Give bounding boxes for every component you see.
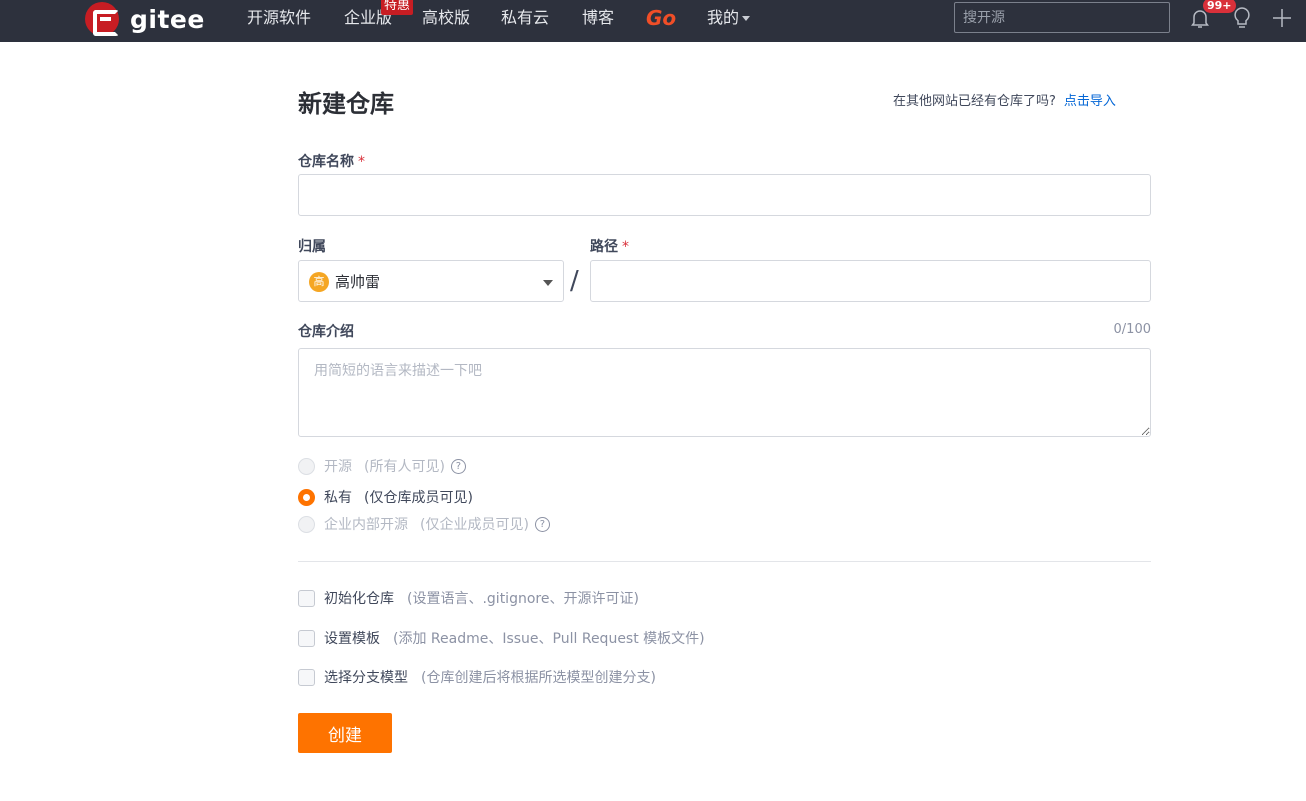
radio-open-source[interactable]: [298, 457, 315, 475]
import-hint: 在其他网站已经有仓库了吗? 点击导入: [893, 90, 1116, 109]
checkbox-note: (添加 Readme、Issue、Pull Request 模板文件): [393, 631, 705, 647]
owner-name: 高帅雷: [335, 273, 381, 291]
path-input[interactable]: [590, 260, 1151, 302]
create-button[interactable]: 创建: [298, 713, 392, 753]
option-template[interactable]: 设置模板 (添加 Readme、Issue、Pull Request 模板文件): [298, 628, 705, 648]
help-icon[interactable]: ?: [450, 458, 466, 474]
radio-private[interactable]: [298, 488, 315, 506]
option-branch-model[interactable]: 选择分支模型 (仓库创建后将根据所选模型创建分支): [298, 667, 656, 687]
nav-open-source[interactable]: 开源软件: [247, 8, 311, 28]
checkbox-label: 初始化仓库: [324, 591, 394, 607]
checkbox-label: 设置模板: [324, 631, 380, 647]
radio-label: 私有: [324, 490, 352, 506]
checkbox-label: 选择分支模型: [324, 670, 408, 686]
plus-icon[interactable]: [1271, 7, 1293, 29]
visibility-enterprise[interactable]: 企业内部开源 (仅企业成员可见) ?: [298, 514, 550, 534]
promo-badge: 特惠: [381, 0, 414, 15]
lightbulb-icon[interactable]: [1230, 5, 1254, 31]
description-textarea[interactable]: [298, 348, 1151, 437]
visibility-open-source[interactable]: 开源 (所有人可见) ?: [298, 456, 466, 476]
help-icon[interactable]: ?: [534, 516, 550, 532]
path-label-text: 路径: [590, 239, 618, 255]
nav-education[interactable]: 高校版: [422, 8, 470, 28]
repo-name-label-text: 仓库名称: [298, 154, 354, 170]
checkbox-init-repo[interactable]: [298, 589, 315, 607]
path-separator: /: [570, 266, 579, 296]
checkbox-branch-model[interactable]: [298, 668, 315, 686]
nav-blog[interactable]: 博客: [582, 8, 614, 28]
path-label: 路径 *: [590, 236, 629, 256]
nav-mine-label: 我的: [707, 8, 740, 27]
required-mark: *: [622, 239, 629, 255]
radio-enterprise[interactable]: [298, 515, 315, 533]
required-mark: *: [358, 154, 365, 170]
nav-private-cloud[interactable]: 私有云: [501, 8, 549, 28]
radio-label: 开源: [324, 459, 352, 475]
top-navbar: gitee 开源软件 企业版 特惠 高校版 私有云 博客 Go 我的 99+: [0, 0, 1306, 42]
nav-go[interactable]: Go: [646, 6, 676, 30]
repo-name-input[interactable]: [298, 174, 1151, 216]
description-label: 仓库介绍: [298, 324, 354, 340]
owner-select[interactable]: 高 高帅雷: [298, 260, 564, 302]
import-link[interactable]: 点击导入: [1064, 94, 1116, 109]
chevron-down-icon: [543, 280, 553, 286]
owner-label: 归属: [298, 239, 326, 255]
divider: [298, 561, 1151, 562]
logo-text: gitee: [130, 4, 205, 34]
checkbox-note: (设置语言、.gitignore、开源许可证): [407, 591, 639, 607]
radio-label: 企业内部开源: [324, 517, 408, 533]
description-counter: 0/100: [1113, 322, 1151, 337]
avatar: 高: [309, 272, 329, 292]
radio-note: (仅仓库成员可见): [364, 490, 473, 506]
visibility-private[interactable]: 私有 (仅仓库成员可见): [298, 487, 473, 507]
checkbox-template[interactable]: [298, 629, 315, 647]
gitee-logo[interactable]: gitee: [85, 2, 205, 36]
nav-mine[interactable]: 我的: [707, 8, 751, 28]
chevron-down-icon: [742, 16, 751, 21]
gitee-logo-icon: [85, 2, 119, 36]
radio-note: (所有人可见): [364, 459, 445, 475]
radio-note: (仅企业成员可见): [420, 517, 529, 533]
search-input[interactable]: [954, 2, 1170, 33]
option-init-repo[interactable]: 初始化仓库 (设置语言、.gitignore、开源许可证): [298, 588, 639, 608]
page-title: 新建仓库: [298, 90, 394, 118]
import-hint-text: 在其他网站已经有仓库了吗?: [893, 94, 1056, 109]
repo-name-label: 仓库名称 *: [298, 151, 365, 171]
checkbox-note: (仓库创建后将根据所选模型创建分支): [421, 670, 656, 686]
